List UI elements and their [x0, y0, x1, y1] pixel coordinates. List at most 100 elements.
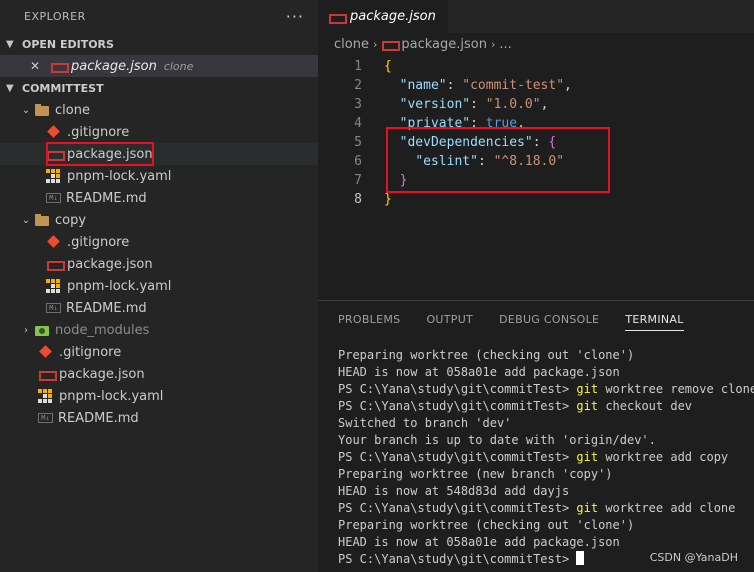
terminal-line: Your branch is up to date with 'origin/d… — [338, 433, 656, 447]
terminal-prompt: PS C:\Yana\study\git\commitTest> — [338, 382, 570, 396]
breadcrumb: clone › package.json › ... — [318, 33, 754, 55]
folder-clone[interactable]: ⌄ clone — [0, 99, 318, 121]
file-item[interactable]: pnpm-lock.yaml — [0, 275, 318, 297]
chevron-down-icon: ▼ — [6, 82, 14, 94]
code-token: "private" — [399, 116, 471, 131]
open-editors-header[interactable]: ▼ OPEN EDITORS — [0, 33, 318, 55]
explorer-title: EXPLORER — [24, 10, 86, 23]
close-icon[interactable]: ✕ — [30, 59, 46, 73]
file-label: README.md — [66, 300, 147, 316]
breadcrumb-folder[interactable]: clone — [334, 37, 369, 52]
editor-tabbar: package.json — [318, 0, 754, 33]
pnpm-file-icon — [46, 279, 62, 293]
line-number: 2 — [354, 78, 362, 93]
git-file-icon — [46, 235, 62, 249]
code-token: { — [548, 135, 557, 150]
code-token: true — [485, 116, 518, 131]
git-file-icon — [38, 345, 54, 359]
file-item[interactable]: pnpm-lock.yaml — [0, 165, 318, 187]
file-item[interactable]: pnpm-lock.yaml — [0, 385, 318, 407]
file-label: package.json — [67, 146, 153, 162]
tab-output[interactable]: OUTPUT — [426, 301, 473, 337]
markdown-file-icon: M↓ — [46, 303, 61, 313]
terminal-args: checkout dev — [598, 399, 693, 413]
terminal-line: Preparing worktree (checking out 'clone'… — [338, 348, 635, 362]
terminal-cursor — [576, 551, 585, 565]
terminal-line: PS C:\Yana\study\git\commitTest> git wor… — [338, 449, 754, 466]
open-editor-item[interactable]: ✕ package.json clone — [0, 55, 318, 77]
json-file-icon — [328, 10, 347, 24]
line-number: 6 — [354, 154, 362, 169]
workspace-header[interactable]: ▼ COMMITTEST — [0, 77, 318, 99]
terminal-line: HEAD is now at 058a01e add package.json — [338, 535, 620, 549]
editor-tab-package-json[interactable]: package.json — [318, 0, 448, 33]
json-file-icon — [46, 257, 65, 271]
breadcrumb-file[interactable]: package.json — [401, 37, 487, 52]
folder-label: copy — [55, 212, 87, 228]
folder-copy[interactable]: ⌄ copy — [0, 209, 318, 231]
code-token: { — [384, 59, 392, 74]
file-label: .gitignore — [67, 124, 130, 140]
file-label: README.md — [58, 410, 139, 426]
terminal-command: git — [576, 399, 599, 413]
code-token: "version" — [399, 97, 471, 112]
tab-debug-console[interactable]: DEBUG CONSOLE — [499, 301, 599, 337]
folder-label: node_modules — [55, 322, 150, 338]
terminal-command: git — [576, 382, 599, 396]
code-token: "1.0.0" — [485, 97, 541, 112]
markdown-file-icon: M↓ — [38, 413, 53, 423]
line-number: 4 — [354, 116, 362, 131]
code-editor[interactable]: 1{ 2 "name": "commit-test", 3 "version":… — [318, 57, 754, 209]
line-number: 8 — [354, 192, 362, 207]
line-number: 7 — [354, 173, 362, 188]
file-label: pnpm-lock.yaml — [59, 388, 164, 404]
terminal-line: PS C:\Yana\study\git\commitTest> git wor… — [338, 381, 754, 398]
file-label: package.json — [67, 256, 153, 272]
terminal-prompt: PS C:\Yana\study\git\commitTest> — [338, 450, 570, 464]
file-item[interactable]: .gitignore — [0, 341, 318, 363]
folder-node-modules[interactable]: › node_modules — [0, 319, 318, 341]
code-token: "devDependencies" — [399, 135, 533, 150]
watermark: CSDN @YanaDH — [649, 551, 738, 564]
terminal[interactable]: Preparing worktree (checking out 'clone'… — [318, 337, 754, 568]
terminal-line: Switched to branch 'dev' — [338, 416, 512, 430]
file-item-package-json-clone[interactable]: package.json — [0, 143, 318, 165]
code-token: "commit-test" — [462, 78, 565, 93]
markdown-file-icon: M↓ — [46, 193, 61, 203]
more-actions-icon[interactable]: ··· — [286, 7, 304, 26]
terminal-line: Preparing worktree (checking out 'clone'… — [338, 518, 635, 532]
file-item[interactable]: M↓ README.md — [0, 297, 318, 319]
line-number: 3 — [354, 97, 362, 112]
folder-icon — [34, 103, 50, 117]
pnpm-file-icon — [46, 169, 62, 183]
open-editor-folder: clone — [163, 59, 194, 73]
breadcrumb-symbol[interactable]: ... — [499, 37, 511, 52]
chevron-down-icon: ⌄ — [21, 104, 31, 116]
editor-area: package.json clone › package.json › ... … — [318, 0, 754, 300]
file-item[interactable]: .gitignore — [0, 121, 318, 143]
terminal-line: PS C:\Yana\study\git\commitTest> git che… — [338, 398, 754, 415]
json-file-icon — [50, 59, 69, 73]
file-label: README.md — [66, 190, 147, 206]
chevron-right-icon: › — [490, 37, 496, 51]
file-item[interactable]: package.json — [0, 363, 318, 385]
file-label: package.json — [59, 366, 145, 382]
tab-problems[interactable]: PROBLEMS — [338, 301, 400, 337]
terminal-command: git — [576, 501, 599, 515]
chevron-down-icon: ⌄ — [21, 214, 31, 226]
chevron-right-icon: › — [372, 37, 378, 51]
file-item[interactable]: M↓ README.md — [0, 407, 318, 429]
file-item[interactable]: .gitignore — [0, 231, 318, 253]
tab-terminal[interactable]: TERMINAL — [625, 301, 685, 337]
file-item[interactable]: M↓ README.md — [0, 187, 318, 209]
terminal-args: worktree remove clone — [598, 382, 754, 396]
file-label: pnpm-lock.yaml — [67, 278, 172, 294]
file-item[interactable]: package.json — [0, 253, 318, 275]
terminal-prompt: PS C:\Yana\study\git\commitTest> — [338, 399, 570, 413]
json-file-icon — [381, 37, 401, 51]
chevron-right-icon: › — [24, 324, 28, 336]
line-number: 1 — [354, 59, 362, 74]
open-editor-filename: package.json — [71, 58, 157, 74]
terminal-prompt: PS C:\Yana\study\git\commitTest> — [338, 552, 570, 566]
json-file-icon — [38, 367, 57, 381]
